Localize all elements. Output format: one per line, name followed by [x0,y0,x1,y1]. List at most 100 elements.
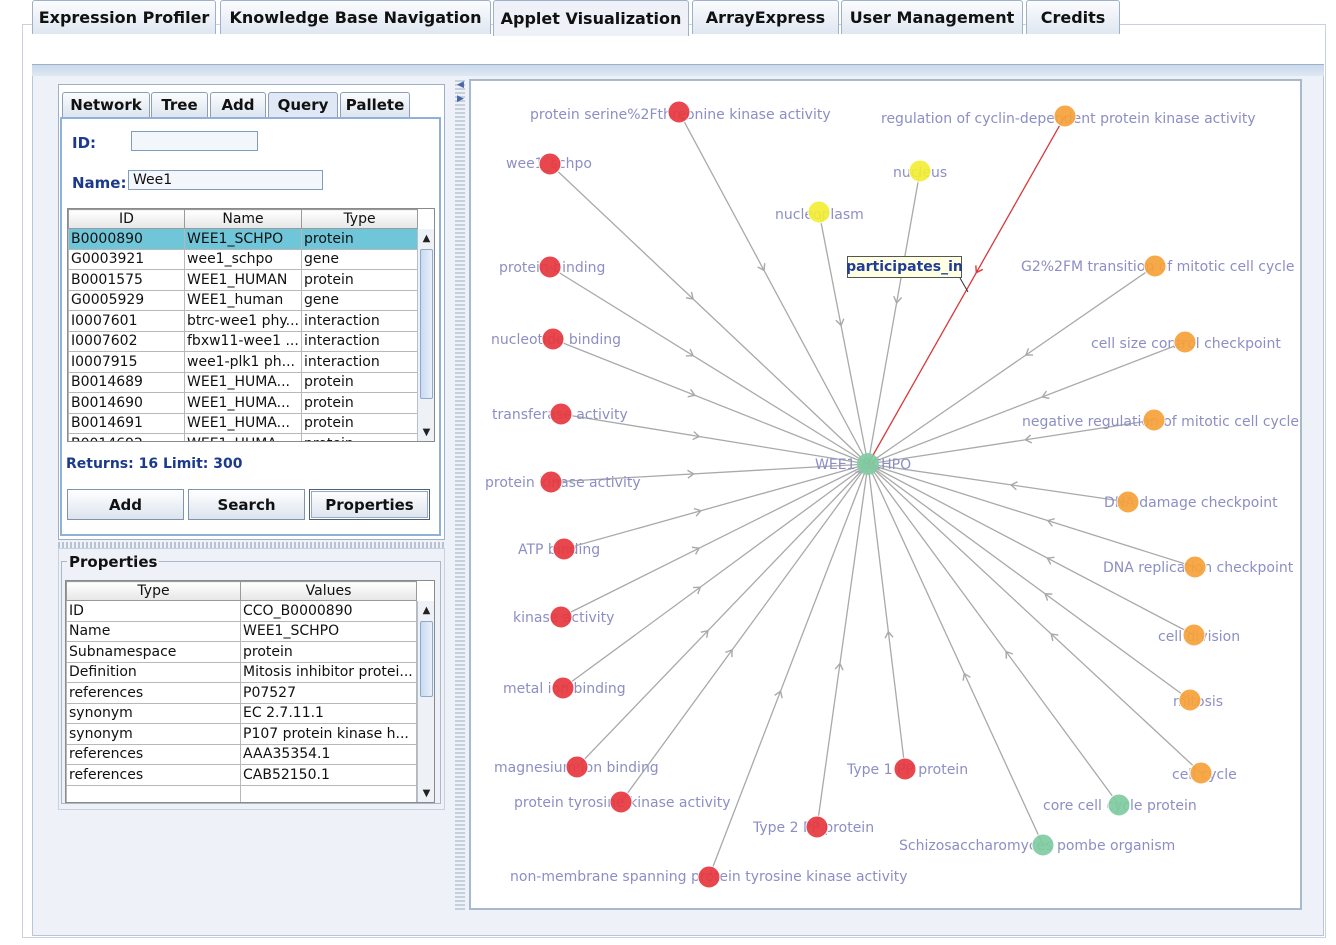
graph-node[interactable] [697,865,721,889]
graph-node[interactable] [1173,330,1197,354]
table-row[interactable]: synonym P107 protein kinase h... [66,723,417,745]
graph-edge[interactable] [818,211,869,465]
results-col-type[interactable]: Type [301,209,419,229]
collapse-left-icon[interactable]: ◀ [457,80,464,90]
graph-node[interactable] [908,159,932,183]
table-row[interactable]: references P07527 [66,682,417,704]
add-button[interactable]: Add [67,489,184,520]
scroll-thumb[interactable] [420,249,433,399]
graph-edge[interactable] [562,463,869,689]
table-row[interactable]: G0003921 wee1_schpo gene [68,248,419,270]
table-row[interactable]: B0014691 WEE1_HUMA... protein [68,412,419,434]
graph-node[interactable] [1107,793,1131,817]
name-input[interactable]: Wee1 [128,170,323,190]
graph-node[interactable] [807,200,831,224]
graph-edge[interactable] [867,463,1195,636]
table-row[interactable]: I0007915 wee1-plk1 ph... interaction [68,351,419,373]
table-row[interactable]: synonym EC 2.7.11.1 [66,702,417,724]
graph-edge[interactable] [552,338,869,465]
tab-user-management[interactable]: User Management [841,0,1023,34]
graph-node[interactable] [1031,833,1055,857]
search-button[interactable]: Search [188,489,305,520]
properties-scrollbar[interactable]: ▲ ▼ [417,601,434,802]
subtab-query[interactable]: Query [268,92,338,117]
graph-edge[interactable] [867,463,1120,806]
subtab-add[interactable]: Add [210,92,266,117]
graph-node[interactable] [1189,761,1213,785]
graph-node[interactable] [552,537,576,561]
graph-node[interactable] [538,255,562,279]
tab-arrayexpress[interactable]: ArrayExpress [692,0,839,34]
network-graph[interactable]: protein serine%2Fthreonine kinase activi… [471,81,1300,908]
graph-node[interactable] [539,470,563,494]
graph-node[interactable] [893,757,917,781]
results-scrollbar[interactable]: ▲ ▼ [417,229,434,441]
results-col-id[interactable]: ID [68,209,185,229]
tab-expression-profiler[interactable]: Expression Profiler [32,0,216,34]
table-row[interactable]: G0005929 WEE1_human gene [68,289,419,311]
id-input[interactable] [131,131,258,151]
subtab-network[interactable]: Network [62,92,150,117]
table-row[interactable]: B0000890 WEE1_SCHPO protein [68,228,419,250]
scroll-down-icon[interactable]: ▼ [418,425,434,441]
graph-edge[interactable] [867,463,906,770]
graph-edge[interactable] [678,111,869,465]
graph-node[interactable] [551,676,575,700]
props-col-type[interactable]: Type [66,581,241,601]
scroll-up-icon[interactable]: ▲ [418,231,434,247]
results-col-name[interactable]: Name [183,209,303,229]
table-row[interactable]: B0014690 WEE1_HUMA... protein [68,392,419,414]
table-row[interactable]: Name WEE1_SCHPO [66,620,417,642]
subtab-tree[interactable]: Tree [151,92,208,117]
graph-node[interactable] [1116,490,1140,514]
table-row[interactable]: B0001575 WEE1_HUMAN protein [68,269,419,291]
graph-node[interactable] [805,815,829,839]
tab-credits[interactable]: Credits [1026,0,1120,34]
result-name-cell: WEE1_HUMA... [183,433,303,441]
table-row[interactable] [66,784,417,802]
graph-node[interactable] [549,605,573,629]
graph-edge[interactable] [620,463,869,803]
graph-node[interactable] [609,790,633,814]
center-node[interactable] [857,453,879,475]
graph-node[interactable] [1183,555,1207,579]
graph-edge[interactable] [867,463,1044,846]
scroll-thumb[interactable] [420,621,433,697]
table-row[interactable]: Definition Mitosis inhibitor protei... [66,661,417,683]
graph-node[interactable] [667,100,691,124]
table-row[interactable]: I0007602 fbxw11-wee1 ... interaction [68,330,419,352]
graph-node[interactable] [541,327,565,351]
table-row[interactable]: ID CCO_B0000890 [66,600,417,622]
graph-edge[interactable] [867,341,1186,465]
table-row[interactable]: Subnamespace protein [66,641,417,663]
graph-node[interactable] [1143,254,1167,278]
table-row[interactable]: references AAA35354.1 [66,743,417,765]
subtab-pallete[interactable]: Pallete [340,92,410,117]
table-row[interactable]: B0014689 WEE1_HUMA... protein [68,371,419,393]
graph-node[interactable] [1178,688,1202,712]
tab-applet-visualization[interactable]: Applet Visualization [493,0,689,36]
props-col-values[interactable]: Values [240,581,417,601]
graph-node[interactable] [538,152,562,176]
scroll-down-icon[interactable]: ▼ [418,786,434,802]
properties-button[interactable]: Properties [309,489,430,520]
graph-edge[interactable] [549,266,869,465]
scroll-up-icon[interactable]: ▲ [418,603,434,619]
graph-node[interactable] [1142,408,1166,432]
expand-right-icon[interactable]: ▶ [457,94,464,104]
graph-edge[interactable] [867,265,1156,465]
table-row[interactable]: I0007601 btrc-wee1 phy... interaction [68,310,419,332]
graph-node[interactable] [565,755,589,779]
graph-canvas[interactable]: protein serine%2Fthreonine kinase activi… [469,79,1302,910]
graph-node[interactable] [549,402,573,426]
table-row[interactable]: B0014692WEE1_HUMA...protein [68,433,419,441]
graph-edge[interactable] [576,463,869,768]
tab-knowledge-base-navigation[interactable]: Knowledge Base Navigation [220,0,491,34]
graph-node[interactable] [1182,623,1206,647]
graph-edge[interactable] [708,463,869,878]
graph-node[interactable] [1053,104,1077,128]
graph-edge[interactable] [867,463,1196,568]
graph-edge[interactable] [867,170,921,465]
vertical-splitter[interactable]: ◀ ▶ [455,80,465,912]
table-row[interactable]: references CAB52150.1 [66,764,417,786]
